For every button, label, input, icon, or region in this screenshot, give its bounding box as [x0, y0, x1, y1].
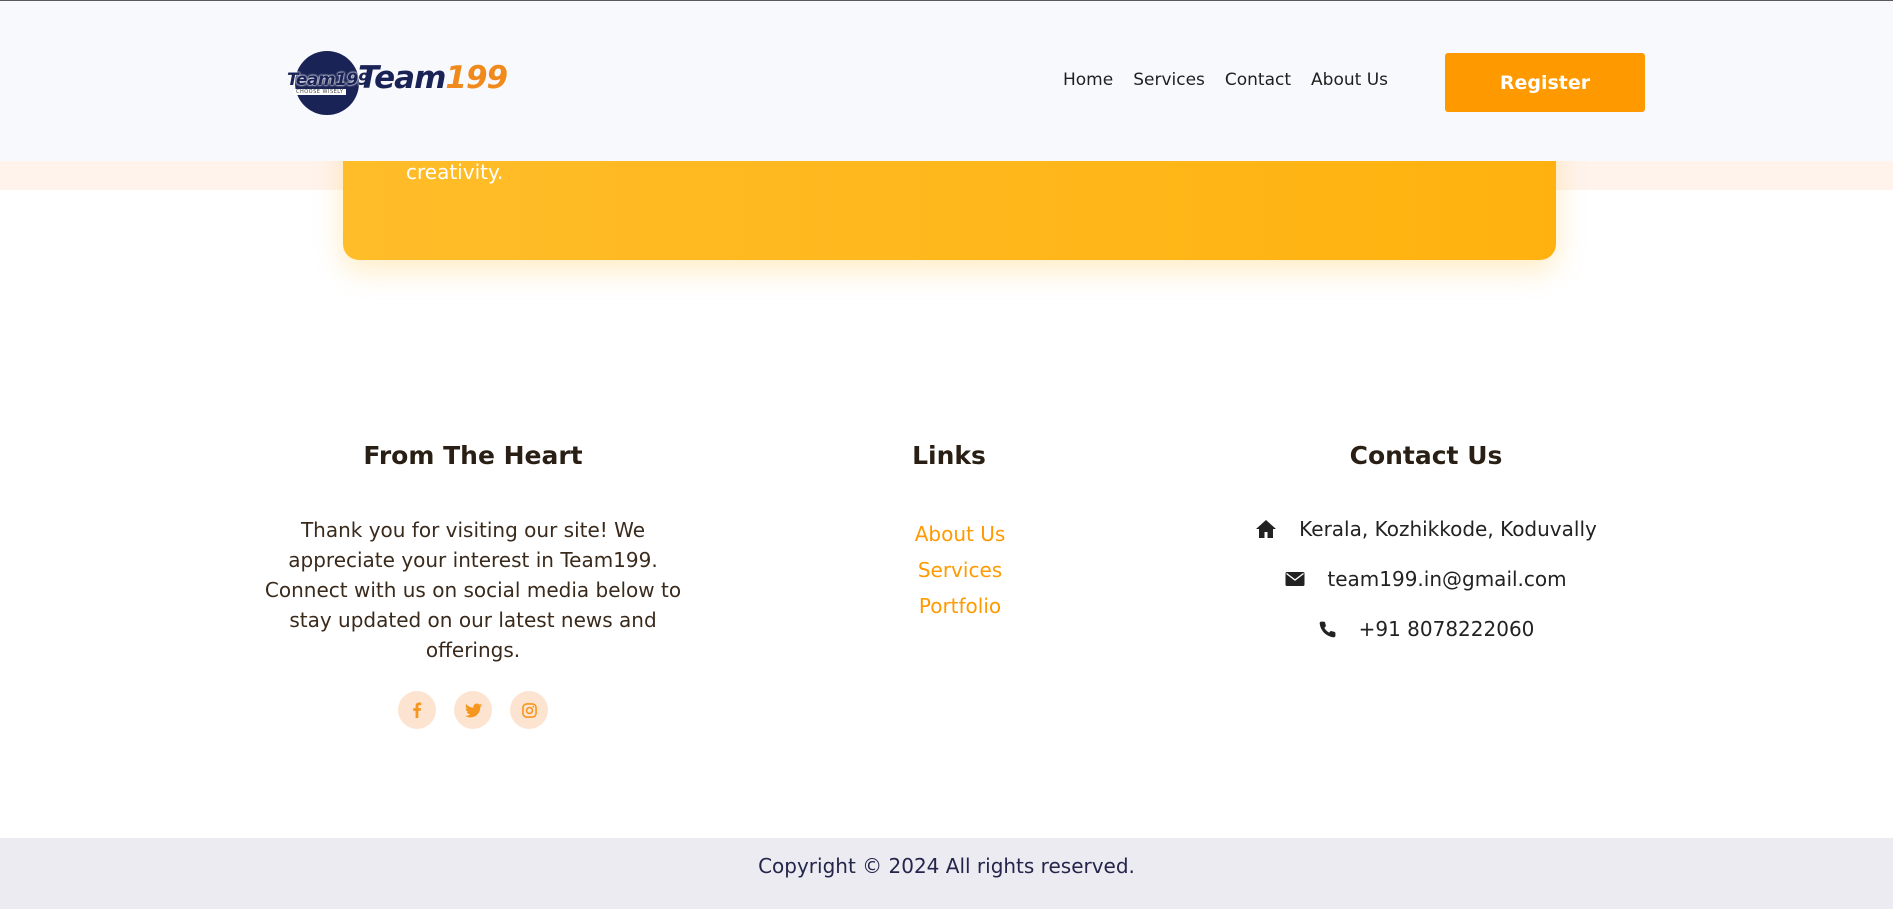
nav-contact[interactable]: Contact — [1225, 70, 1291, 90]
nav-services[interactable]: Services — [1133, 70, 1205, 90]
hero-text: creativity. — [406, 160, 504, 184]
logo-small-text: Team199 — [287, 70, 370, 90]
instagram-icon — [521, 702, 537, 718]
address-text: Kerala, Kozhikkode, Koduvally — [1299, 517, 1597, 541]
instagram-link[interactable] — [510, 691, 548, 729]
register-button[interactable]: Register — [1445, 53, 1645, 112]
twitter-icon — [464, 702, 482, 717]
logo[interactable]: Team199 CHOOSE WISELY Team199 — [287, 50, 508, 116]
email-text[interactable]: team199.in@gmail.com — [1327, 567, 1566, 591]
contact-phone: +91 8078222060 — [1226, 604, 1626, 654]
footer-heart-section: From The Heart Thank you for visiting ou… — [258, 441, 688, 729]
links-list: About Us Services Portfolio — [849, 516, 1049, 624]
contact-address: Kerala, Kozhikkode, Koduvally — [1226, 504, 1626, 554]
copyright-text: Copyright © 2024 All rights reserved. — [758, 854, 1135, 878]
main-nav: Home Services Contact About Us — [1063, 70, 1388, 90]
footer-link-services[interactable]: Services — [918, 558, 1002, 582]
list-item: Portfolio — [849, 588, 1049, 624]
copyright-bar: Copyright © 2024 All rights reserved. — [0, 838, 1893, 909]
nav-home[interactable]: Home — [1063, 70, 1113, 90]
logo-wordmark-part1: Team — [358, 60, 446, 96]
logo-wordmark: Team199 — [358, 60, 508, 96]
site-header: Team199 CHOOSE WISELY Team199 Home Servi… — [0, 0, 1893, 161]
twitter-link[interactable] — [454, 691, 492, 729]
facebook-icon — [413, 702, 422, 718]
home-icon — [1256, 520, 1277, 538]
contact-title: Contact Us — [1349, 441, 1503, 470]
footer-link-about-us[interactable]: About Us — [915, 522, 1006, 546]
phone-text[interactable]: +91 8078222060 — [1359, 617, 1535, 641]
logo-wordmark-part2: 199 — [445, 60, 508, 96]
links-title: Links — [912, 441, 986, 470]
facebook-link[interactable] — [398, 691, 436, 729]
list-item: Services — [849, 552, 1049, 588]
logo-tagline: CHOOSE WISELY — [293, 89, 347, 95]
list-item: About Us — [849, 516, 1049, 552]
heart-text: Thank you for visiting our site! We appr… — [264, 518, 682, 662]
footer-links-section: Links About Us Services Portfolio — [849, 441, 1049, 624]
social-links — [258, 691, 688, 729]
footer-link-portfolio[interactable]: Portfolio — [919, 594, 1001, 618]
heart-title: From The Heart — [363, 441, 583, 470]
nav-about-us[interactable]: About Us — [1311, 70, 1388, 90]
phone-icon — [1319, 621, 1336, 637]
envelope-icon — [1285, 572, 1305, 586]
footer-contact-section: Contact Us Kerala, Kozhikkode, Koduvally… — [1226, 441, 1626, 654]
contact-email: team199.in@gmail.com — [1226, 554, 1626, 604]
